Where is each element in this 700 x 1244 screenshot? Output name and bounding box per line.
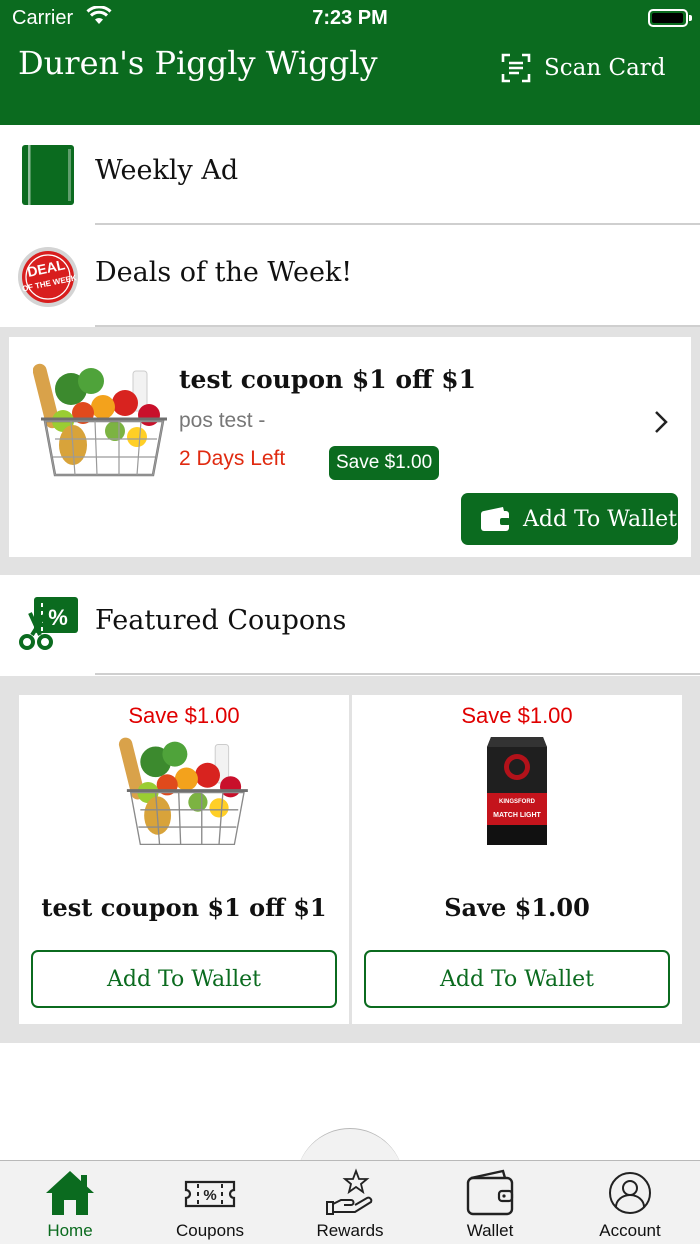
app-header: Carrier 7:23 PM Duren's Piggly Wiggly Sc…: [0, 0, 700, 125]
deals-of-week-label: Deals of the Week!: [95, 257, 353, 288]
scan-card-icon: [501, 53, 531, 83]
coupon-ticket-icon: %: [184, 1180, 236, 1208]
save-badge: Save $1.00: [329, 446, 440, 480]
coupon-scissors-icon: %: [19, 597, 78, 650]
charcoal-bag-image: KINGSFORD MATCH LIGHT: [487, 737, 547, 845]
tab-rewards[interactable]: Rewards: [280, 1164, 420, 1240]
tab-label: Coupons: [175, 1221, 245, 1240]
deal-title: test coupon $1 off $1: [179, 365, 477, 394]
bag-label-text: MATCH LIGHT: [493, 812, 541, 819]
clock: 7:23 PM: [312, 7, 388, 29]
scan-card-label: Scan Card: [544, 55, 666, 81]
coupon-title: test coupon $1 off $1: [41, 893, 327, 922]
tab-account[interactable]: Account: [560, 1164, 700, 1240]
deal-of-the-week-badge-icon: DEAL OF THE WEEK: [18, 247, 78, 307]
featured-coupons-row[interactable]: % Featured Coupons: [0, 575, 700, 675]
tab-label: Home: [47, 1221, 93, 1240]
deals-of-week-row[interactable]: DEAL OF THE WEEK Deals of the Week!: [0, 227, 700, 327]
book-icon: [22, 145, 74, 205]
tab-label: Rewards: [316, 1221, 384, 1240]
chevron-right-icon[interactable]: [653, 409, 669, 435]
svg-text:%: %: [203, 1187, 216, 1204]
tab-label: Wallet: [466, 1221, 514, 1240]
tab-home[interactable]: Home: [0, 1164, 140, 1240]
wallet-icon: [466, 1169, 514, 1216]
home-icon: [46, 1171, 94, 1215]
row-divider: [95, 673, 700, 675]
grocery-basket-image: [118, 737, 248, 846]
bag-brand-text: KINGSFORD: [499, 799, 536, 805]
add-to-wallet-button[interactable]: Add To Wallet: [364, 950, 670, 1008]
coupon-card[interactable]: Save $1.00 test coupon $1 off $1 Add To …: [19, 695, 349, 1024]
deal-subtitle: pos test -: [179, 409, 266, 432]
status-bar: Carrier 7:23 PM: [0, 0, 700, 36]
deal-card[interactable]: test coupon $1 off $1 pos test - 2 Days …: [9, 337, 691, 557]
add-to-wallet-label: Add To Wallet: [523, 506, 677, 532]
coupon-card[interactable]: Save $1.00 KINGSFORD MATCH LIGHT Save $1…: [352, 695, 682, 1024]
app-title: Duren's Piggly Wiggly: [18, 44, 378, 82]
featured-coupons-label: Featured Coupons: [95, 605, 347, 636]
coupon-save-amount: Save $1.00: [128, 703, 240, 728]
days-left: 2 Days Left: [179, 447, 286, 470]
svg-text:%: %: [48, 605, 68, 630]
wallet-icon: [481, 507, 510, 531]
coupon-save-amount: Save $1.00: [461, 703, 573, 728]
coupon-title: Save $1.00: [444, 893, 590, 922]
weekly-ad-label: Weekly Ad: [95, 155, 239, 186]
add-to-wallet-button[interactable]: Add To Wallet: [461, 493, 678, 545]
add-to-wallet-button[interactable]: Add To Wallet: [31, 950, 337, 1008]
battery-icon: [648, 9, 692, 27]
scan-card-button[interactable]: Scan Card: [500, 50, 666, 86]
weekly-ad-row[interactable]: Weekly Ad: [0, 125, 700, 225]
row-divider: [95, 223, 700, 225]
account-user-icon: [609, 1172, 651, 1214]
rewards-hand-star-icon: [326, 1168, 373, 1215]
tab-wallet[interactable]: Wallet: [420, 1164, 560, 1240]
tab-label: Account: [599, 1221, 661, 1240]
grocery-basket-image: [33, 363, 167, 477]
tab-coupons[interactable]: % Coupons: [140, 1164, 280, 1240]
